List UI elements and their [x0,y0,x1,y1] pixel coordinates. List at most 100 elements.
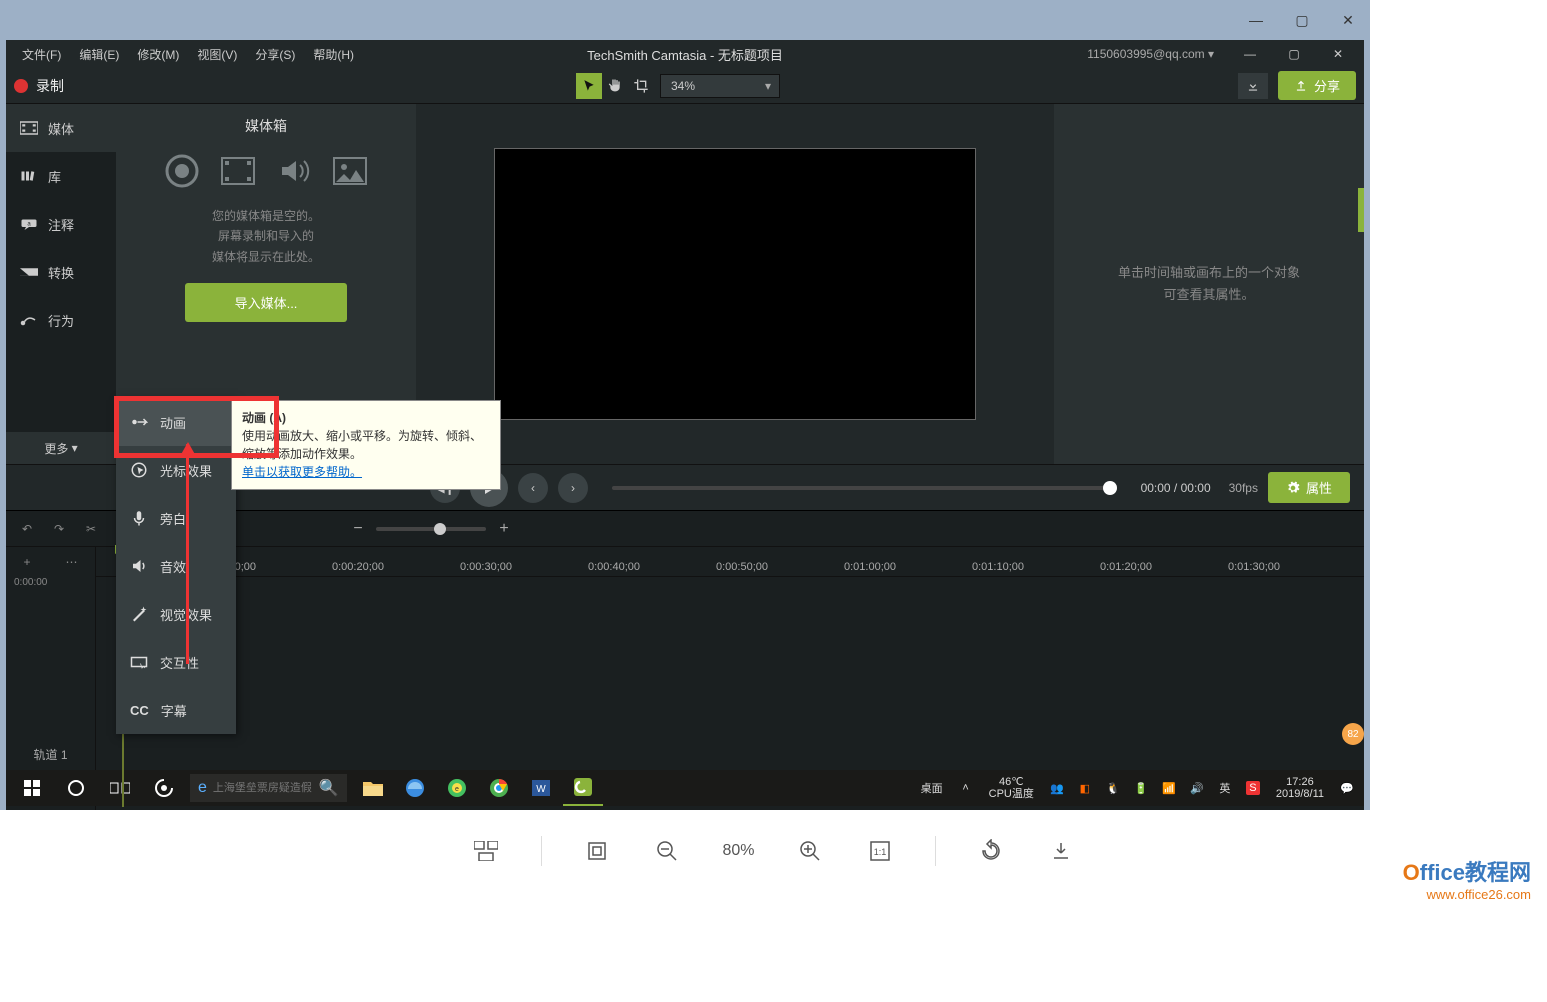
tray-ime-icon[interactable]: 英 [1212,770,1238,806]
menu-file[interactable]: 文件(F) [14,42,69,67]
taskbar-clock[interactable]: 17:26 2019/8/11 [1268,776,1332,800]
zoom-out-button[interactable]: − [348,520,368,538]
viewer-actual-size-button[interactable]: 1:1 [865,836,895,866]
record-icon [14,79,28,93]
cut-button[interactable]: ✂ [80,518,102,540]
toolbar: 录制 34% 分享 [6,68,1364,104]
tray-orange-icon[interactable]: ◧ [1072,770,1098,806]
viewer-rotate-button[interactable] [976,836,1006,866]
account-label[interactable]: 1150603995@qq.com ▾ [1087,47,1224,61]
camtasia-app[interactable] [563,770,603,806]
step-forward-button[interactable]: › [558,473,588,503]
outer-close-button[interactable]: ✕ [1334,6,1362,34]
tray-volume-icon[interactable]: 🔊 [1184,770,1210,806]
chrome-app[interactable] [479,770,519,806]
show-desktop-label[interactable]: 桌面 [913,780,951,796]
share-button[interactable]: 分享 [1278,71,1356,100]
tray-qq-icon[interactable]: 🐧 [1100,770,1126,806]
cpu-temp[interactable]: 46℃ CPU温度 [981,776,1042,800]
sidepanel-more-label: 更多 [44,440,68,457]
cortana-button[interactable] [54,770,98,806]
ruler-stamp: 0:01:30;00 [1228,561,1280,573]
download-button[interactable] [1238,73,1268,99]
close-button[interactable]: ✕ [1320,42,1356,66]
zoom-slider-knob[interactable] [434,523,446,535]
word-app[interactable]: W [521,770,561,806]
redo-button[interactable]: ↷ [48,518,70,540]
action-center-icon[interactable]: 💬 [1334,770,1360,806]
outer-maximize-button[interactable]: ▢ [1288,6,1316,34]
sidepanel-more[interactable]: 更多 ▾ [6,432,116,464]
canvas-frame[interactable] [495,149,975,419]
crop-tool[interactable] [628,73,654,99]
more-menu-captions-label: 字幕 [161,701,187,720]
window-title: TechSmith Camtasia - 无标题项目 [587,45,783,64]
outer-minimize-button[interactable]: — [1242,6,1270,34]
more-menu-voice[interactable]: 旁白 [116,494,236,542]
viewer-zoom-in-button[interactable] [795,836,825,866]
maximize-button[interactable]: ▢ [1276,42,1312,66]
notification-badge[interactable]: 82 [1342,723,1364,745]
sidepanel-transitions[interactable]: 转换 [6,248,116,296]
tray-sogou-icon[interactable]: S [1240,770,1266,806]
timeline-zoom: − + [348,520,514,538]
tray-battery-icon[interactable]: 🔋 [1128,770,1154,806]
taskbar-search-input[interactable] [213,782,313,794]
taskbar-search[interactable]: e 🔍 [190,774,347,802]
browser-360-app[interactable]: e [437,770,477,806]
pan-tool[interactable] [602,73,628,99]
canvas-zoom-select[interactable]: 34% [660,74,780,98]
zoom-in-button[interactable]: + [494,520,514,538]
undo-button[interactable]: ↶ [16,518,38,540]
more-menu-cursor[interactable]: 光标效果 [116,446,236,494]
side-panel: 媒体 库 a 注释 转换 行为 更 [6,104,116,464]
ie-app[interactable] [395,770,435,806]
microphone-icon [130,509,148,527]
more-menu-visual[interactable]: 视觉效果 [116,590,236,638]
menu-modify[interactable]: 修改(M) [129,42,187,67]
viewer-thumbnails-button[interactable] [471,836,501,866]
viewer-fullscreen-button[interactable] [582,836,612,866]
more-menu-popup: 动画 光标效果 旁白 音效 视觉效果 交互性 [116,398,236,734]
playback-scrubber[interactable] [612,486,1117,490]
record-button[interactable]: 录制 [14,76,64,96]
timeline-ruler[interactable]: 0:00:10;00 0:00:20;00 0:00:30;00 0:00:40… [96,547,1364,577]
sidepanel-behaviors[interactable]: 行为 [6,296,116,344]
sidepanel-media-label: 媒体 [48,119,74,138]
properties-button[interactable]: 属性 [1268,472,1350,503]
menu-view[interactable]: 视图(V) [189,42,245,67]
step-back-button[interactable]: ‹ [518,473,548,503]
viewer-download-button[interactable] [1046,836,1076,866]
add-track-button[interactable]: + [23,555,30,569]
scrubber-knob[interactable] [1103,481,1117,495]
task-view-button[interactable] [98,770,142,806]
tray-chevron-icon[interactable]: ˄ [953,770,979,806]
menu-help[interactable]: 帮助(H) [305,42,362,67]
tray-people-icon[interactable]: 👥 [1044,770,1070,806]
more-menu-audio[interactable]: 音效 [116,542,236,590]
viewer-zoom-out-button[interactable] [652,836,682,866]
sidepanel-library[interactable]: 库 [6,152,116,200]
more-menu-animation[interactable]: 动画 [116,398,236,446]
properties-panel: 单击时间轴或画布上的一个对象 可查看其属性。 [1054,104,1364,464]
start-button[interactable] [10,770,54,806]
minimize-button[interactable]: — [1232,42,1268,66]
app-swirl-icon[interactable] [142,770,186,806]
behaviors-icon [20,313,38,327]
zoom-slider[interactable] [376,527,486,531]
tray-network-icon[interactable]: 📶 [1156,770,1182,806]
track-1-label[interactable]: 轨道 1 [6,734,95,774]
menu-edit[interactable]: 编辑(E) [71,42,127,67]
tooltip-help-link[interactable]: 单击以获取更多帮助。 [242,465,362,479]
more-menu-interact[interactable]: 交互性 [116,638,236,686]
outer-window-titlebar: — ▢ ✕ [0,0,1370,40]
track-options-button[interactable]: ⋯ [65,555,77,569]
import-media-button[interactable]: 导入媒体... [185,283,348,322]
select-tool[interactable] [576,73,602,99]
more-menu-captions[interactable]: CC 字幕 [116,686,236,734]
menu-share[interactable]: 分享(S) [247,42,303,67]
sidepanel-annotations[interactable]: a 注释 [6,200,116,248]
image-icon [331,152,369,190]
file-explorer-app[interactable] [353,770,393,806]
sidepanel-media[interactable]: 媒体 [6,104,116,152]
